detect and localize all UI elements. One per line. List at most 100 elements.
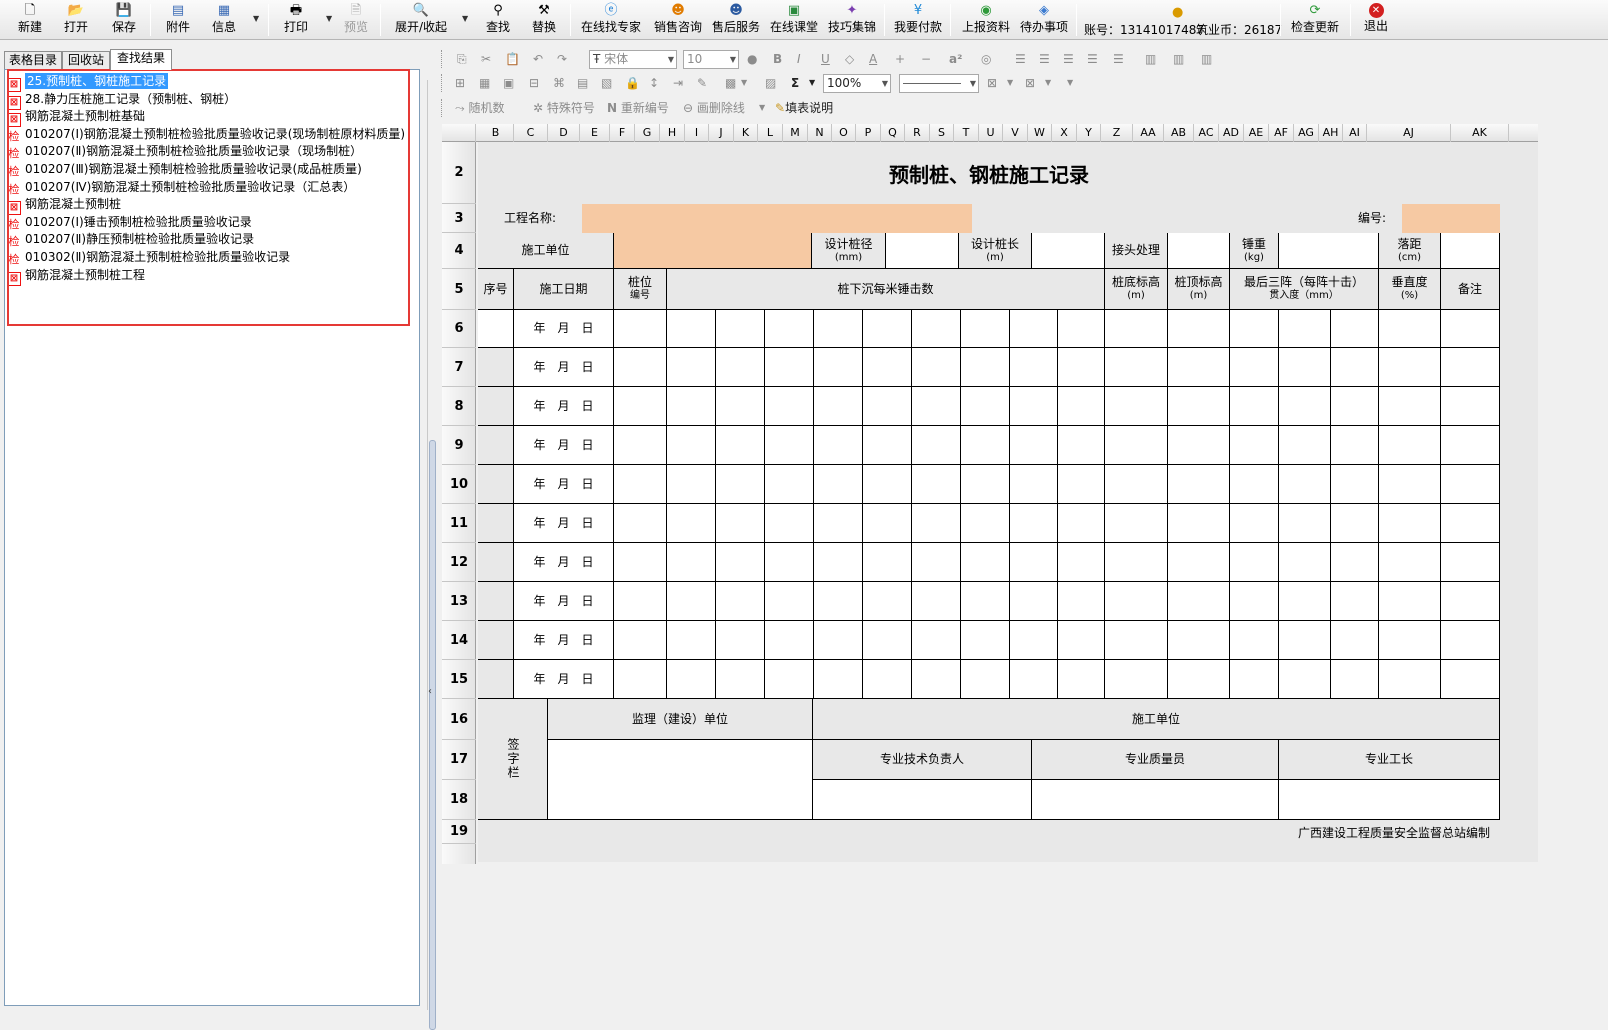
blows-cell[interactable] — [814, 504, 863, 543]
penetration-cell-2[interactable] — [1279, 660, 1331, 699]
blows-cell[interactable] — [1058, 465, 1105, 504]
column-header-cell[interactable]: J — [709, 124, 734, 142]
number-field[interactable] — [1402, 204, 1500, 233]
blows-cell[interactable] — [961, 504, 1010, 543]
align-right-icon[interactable]: ☰ — [1063, 50, 1074, 68]
column-header-cell[interactable]: I — [685, 124, 709, 142]
sheet-corner[interactable] — [442, 124, 476, 142]
blows-cell[interactable] — [863, 543, 912, 582]
quality-sign-field[interactable] — [1032, 780, 1279, 820]
chart-icon[interactable]: ▨ — [765, 74, 776, 92]
special-symbol-button[interactable]: ✲ 特殊符号 — [533, 99, 595, 117]
chevron-down-icon[interactable]: ▼ — [1067, 74, 1073, 92]
seq-cell[interactable] — [478, 387, 514, 426]
row-header-cell[interactable]: 13 — [442, 582, 476, 621]
blows-cell[interactable] — [1058, 543, 1105, 582]
blows-cell[interactable] — [716, 504, 765, 543]
top-elev-cell[interactable] — [1168, 543, 1230, 582]
penetration-cell-1[interactable] — [1230, 310, 1279, 348]
blows-cell[interactable] — [912, 387, 961, 426]
indent-icon[interactable]: ⇥ — [673, 74, 683, 92]
column-header-cell[interactable]: AK — [1451, 124, 1509, 142]
remark-cell[interactable] — [1441, 426, 1500, 465]
barcode2-icon[interactable]: ▥ — [1173, 50, 1184, 68]
check-update-button[interactable]: ⟳ 检查更新 — [1288, 2, 1342, 38]
penetration-cell-3[interactable] — [1331, 660, 1379, 699]
remark-cell[interactable] — [1441, 504, 1500, 543]
column-header-cell[interactable]: P — [856, 124, 881, 142]
new-button[interactable]: 🗋 新建 — [14, 2, 46, 38]
blows-cell[interactable] — [765, 426, 814, 465]
table-icon[interactable]: ▦ — [479, 74, 490, 92]
blows-cell[interactable] — [814, 621, 863, 660]
top-elev-cell[interactable] — [1168, 426, 1230, 465]
column-header-cell[interactable]: AJ — [1367, 124, 1451, 142]
vertical-cell[interactable] — [1379, 348, 1441, 387]
blows-cell[interactable] — [765, 582, 814, 621]
blows-cell[interactable] — [667, 426, 716, 465]
tree-item[interactable]: 检 010207(Ⅱ)钢筋混凝土预制桩检验批质量验收记录（现场制桩） — [7, 142, 363, 160]
print-dropdown-icon[interactable]: ▼ — [326, 14, 332, 23]
tab-search-results[interactable]: 查找结果 — [110, 49, 172, 70]
exit-button[interactable]: ✕ 退出 — [1358, 2, 1394, 38]
seq-cell[interactable] — [478, 504, 514, 543]
calc-icon[interactable]: ▧ — [601, 74, 612, 92]
row-header-cell[interactable]: 11 — [442, 504, 476, 543]
vertical-cell[interactable] — [1379, 621, 1441, 660]
tree-item[interactable]: 检 010207(Ⅲ)钢筋混凝土预制桩检验批质量验收记录(成品桩质量) — [7, 160, 362, 178]
penetration-cell-3[interactable] — [1331, 504, 1379, 543]
blows-cell[interactable] — [1058, 504, 1105, 543]
blows-cell[interactable] — [716, 310, 765, 348]
penetration-cell-3[interactable] — [1331, 387, 1379, 426]
date-cell[interactable]: 年 月 日 — [514, 465, 614, 504]
info-dropdown-icon[interactable]: ▼ — [253, 14, 259, 23]
column-header-cell[interactable]: AI — [1343, 124, 1367, 142]
blows-cell[interactable] — [863, 348, 912, 387]
remark-cell[interactable] — [1441, 621, 1500, 660]
penetration-cell-3[interactable] — [1331, 426, 1379, 465]
top-elev-cell[interactable] — [1168, 387, 1230, 426]
hammer-field[interactable] — [1279, 233, 1379, 269]
column-header-cell[interactable]: Y — [1077, 124, 1101, 142]
blows-cell[interactable] — [667, 660, 716, 699]
seq-cell[interactable] — [478, 582, 514, 621]
online-expert-button[interactable]: ⓔ 在线找专家 — [580, 2, 642, 38]
bottom-elev-cell[interactable] — [1105, 543, 1168, 582]
font-color-icon[interactable]: A — [869, 50, 877, 68]
bottom-elev-cell[interactable] — [1105, 348, 1168, 387]
row-header-cell[interactable]: 5 — [442, 269, 476, 310]
blows-cell[interactable] — [863, 660, 912, 699]
seq-cell[interactable] — [478, 465, 514, 504]
chevron-down-icon[interactable]: ▼ — [741, 74, 747, 92]
date-cell[interactable]: 年 月 日 — [514, 621, 614, 660]
pile-no-cell[interactable] — [614, 426, 667, 465]
lock-icon[interactable]: 🔒 — [625, 74, 640, 92]
online-class-button[interactable]: ▣ 在线课堂 — [768, 2, 820, 38]
column-header-cell[interactable]: D — [548, 124, 580, 142]
left-scrollbar[interactable] — [427, 80, 437, 1030]
delete-row-icon[interactable]: − — [921, 50, 931, 68]
tree-item[interactable]: 检 010207(Ⅱ)静压预制桩检验批质量验收记录 — [7, 230, 255, 248]
tab-recycle-bin[interactable]: 回收站 — [62, 51, 110, 69]
row-header-cell[interactable]: 6 — [442, 310, 476, 348]
row-header-cell[interactable]: 7 — [442, 348, 476, 387]
vertical-cell[interactable] — [1379, 582, 1441, 621]
barcode-icon[interactable]: ▥ — [1145, 50, 1156, 68]
blows-cell[interactable] — [667, 387, 716, 426]
font-size-select[interactable]: 10 ▼ — [683, 50, 739, 69]
tree-item[interactable]: 检 010207(Ⅰ)钢筋混凝土预制桩检验批质量验收记录(现场制桩原材料质量) — [7, 125, 406, 143]
bold-icon[interactable]: B — [773, 50, 782, 68]
blows-cell[interactable] — [912, 426, 961, 465]
blows-cell[interactable] — [765, 310, 814, 348]
tree-icon[interactable]: ⌘ — [553, 74, 565, 92]
blows-cell[interactable] — [1010, 504, 1058, 543]
chevron-down-icon[interactable]: ▼ — [759, 99, 765, 117]
tree-item[interactable]: ⊠ 28.静力压桩施工记录（预制桩、钢桩） — [7, 90, 236, 110]
italic-icon[interactable]: I — [797, 50, 801, 68]
column-header-cell[interactable]: V — [1003, 124, 1028, 142]
column-header-cell[interactable]: N — [808, 124, 832, 142]
seq-cell[interactable] — [478, 310, 514, 348]
joint-field[interactable] — [1168, 233, 1230, 269]
penetration-cell-2[interactable] — [1279, 465, 1331, 504]
blows-cell[interactable] — [716, 621, 765, 660]
